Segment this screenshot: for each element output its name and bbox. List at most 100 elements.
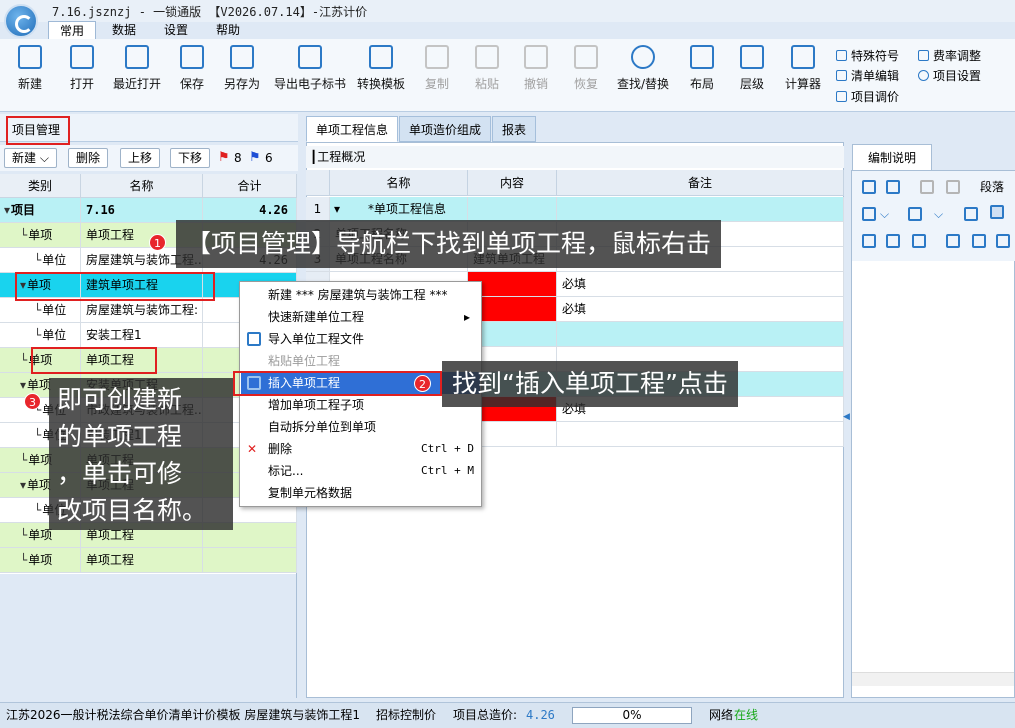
code-icon[interactable] bbox=[946, 234, 960, 248]
info-note[interactable]: 必填 bbox=[557, 297, 844, 321]
menu-tab-home[interactable]: 常用 bbox=[48, 21, 96, 39]
project-management-title[interactable]: 项目管理 bbox=[6, 116, 70, 145]
export-tender-button[interactable]: 导出电子标书 bbox=[274, 45, 346, 92]
copy-icon[interactable] bbox=[886, 234, 900, 248]
new-dropdown-button[interactable]: 新建 ⌵ bbox=[4, 148, 57, 168]
collapse-arrow-icon[interactable]: ◀ bbox=[843, 412, 850, 422]
window-title: 7.16.jsznzj - 一锁通版 【V2026.07.14】-江苏计价 bbox=[52, 5, 368, 19]
tab-cost-composition[interactable]: 单项造价组成 bbox=[399, 116, 491, 142]
convert-template-button[interactable]: 转换模板 bbox=[357, 45, 405, 92]
level-button[interactable]: 层级 bbox=[740, 45, 764, 92]
info-row[interactable]: 1 *单项工程信息 ▾ bbox=[306, 197, 844, 222]
save-as-button[interactable]: 另存为 bbox=[224, 45, 260, 92]
copy-button[interactable]: 复制 bbox=[425, 45, 449, 92]
menu-item-label: 自动拆分单位到单项 bbox=[268, 420, 377, 434]
menu-tab-data[interactable]: 数据 bbox=[100, 21, 148, 39]
column-header-name[interactable]: 名称 bbox=[81, 174, 203, 198]
paragraph-dropdown[interactable]: 段落 bbox=[980, 178, 1004, 195]
save-button[interactable]: 保存 bbox=[180, 45, 204, 92]
menu-item-auto-split[interactable]: 自动拆分单位到单项 bbox=[241, 416, 480, 438]
horizontal-scrollbar[interactable] bbox=[852, 672, 1014, 686]
menu-shortcut: Ctrl + M bbox=[421, 464, 474, 477]
redo-icon[interactable] bbox=[946, 180, 960, 194]
column-header-content[interactable]: 内容 bbox=[468, 170, 557, 196]
menu-item-copy-cell-data[interactable]: 复制单元格数据 bbox=[241, 482, 480, 504]
table-insert-icon[interactable] bbox=[972, 234, 986, 248]
row-name[interactable]: 安装工程1 bbox=[81, 323, 203, 347]
expand-arrow-icon[interactable]: ▾ bbox=[334, 197, 340, 221]
menu-item-import-unit-file[interactable]: 导入单位工程文件 bbox=[241, 328, 480, 350]
red-flag-count: 8 bbox=[234, 151, 242, 165]
redo-button[interactable]: 恢复 bbox=[574, 45, 598, 92]
info-note[interactable] bbox=[557, 422, 844, 446]
image-icon[interactable] bbox=[996, 234, 1010, 248]
menu-item-delete[interactable]: 删除 Ctrl + D ✕ bbox=[241, 438, 480, 460]
tab-compile-notes[interactable]: 编制说明 bbox=[852, 144, 932, 170]
paste-icon[interactable] bbox=[912, 234, 926, 248]
font-color-icon[interactable] bbox=[862, 207, 876, 221]
red-flag-icon[interactable]: ⚑ bbox=[218, 150, 230, 165]
expand-arrow-icon[interactable]: ▾ bbox=[20, 378, 26, 392]
chevron-down-icon[interactable]: ⌵ bbox=[934, 207, 943, 222]
row-category: └单位 bbox=[0, 248, 81, 272]
info-note[interactable] bbox=[557, 322, 844, 346]
cut-icon[interactable] bbox=[862, 234, 876, 248]
menu-tab-help[interactable]: 帮助 bbox=[204, 21, 252, 39]
blue-flag-icon[interactable]: ⚑ bbox=[249, 150, 261, 165]
row-category: └单位 bbox=[0, 323, 81, 347]
highlight-box-new-item bbox=[31, 347, 157, 374]
recent-button[interactable]: 最近打开 bbox=[113, 45, 161, 92]
paste-button[interactable]: 粘贴 bbox=[475, 45, 499, 92]
expand-arrow-icon[interactable]: ▾ bbox=[4, 203, 10, 217]
notes-toolbar: 段落 ⌵ ⌵ bbox=[852, 171, 1015, 261]
row-total bbox=[203, 548, 297, 572]
list-edit-button[interactable]: 清单编辑 bbox=[836, 67, 899, 84]
column-header-total[interactable]: 合计 bbox=[203, 174, 297, 198]
highlight-icon[interactable] bbox=[908, 207, 922, 221]
new-button[interactable]: 新建 bbox=[18, 45, 42, 92]
move-down-button[interactable]: 下移 bbox=[170, 148, 211, 168]
chevron-down-icon[interactable]: ⌵ bbox=[880, 207, 889, 222]
column-header-item-name[interactable]: 名称 bbox=[330, 170, 468, 196]
row-name[interactable]: 房屋建筑与装饰工程: bbox=[81, 298, 203, 322]
rate-icon bbox=[918, 50, 929, 61]
column-header-category[interactable]: 类别 bbox=[0, 174, 81, 198]
search-icon bbox=[631, 45, 656, 69]
project-price-adjust-button[interactable]: 项目调价 bbox=[836, 88, 899, 105]
download-icon[interactable] bbox=[862, 180, 876, 194]
align-left-icon[interactable] bbox=[964, 207, 978, 221]
info-note[interactable] bbox=[557, 197, 844, 221]
menu-item-label: 导入单位工程文件 bbox=[268, 332, 365, 346]
info-content[interactable] bbox=[468, 197, 557, 221]
table-row[interactable]: └单项单项工程 bbox=[0, 548, 297, 573]
menu-item-quick-new-unit[interactable]: 快速新建单位工程 ▸ bbox=[241, 306, 480, 328]
delete-button[interactable]: 删除 bbox=[68, 148, 109, 168]
open-button[interactable]: 打开 bbox=[70, 45, 94, 92]
callout-step-2: 找到“插入单项工程”点击 bbox=[442, 361, 738, 407]
row-category: ▾项目 bbox=[0, 198, 81, 222]
menu-tab-settings[interactable]: 设置 bbox=[152, 21, 200, 39]
calculator-button[interactable]: 计算器 bbox=[785, 45, 821, 92]
align-center-icon[interactable] bbox=[990, 205, 1004, 219]
menu-item-mark[interactable]: 标记... Ctrl + M bbox=[241, 460, 480, 482]
row-name[interactable]: 单项工程 bbox=[81, 548, 203, 572]
column-header-note[interactable]: 备注 bbox=[557, 170, 844, 196]
left-toolbar: 新建 ⌵ 删除 上移 下移 ⚑ 8 ⚑ 6 bbox=[0, 145, 298, 171]
info-note[interactable]: 必填 bbox=[557, 272, 844, 296]
tree-line-icon: └ bbox=[34, 328, 42, 342]
undo-button[interactable]: 撤销 bbox=[524, 45, 548, 92]
find-replace-button[interactable]: 查找/替换 bbox=[617, 45, 669, 92]
rate-adjust-button[interactable]: 费率调整 bbox=[918, 47, 981, 64]
row-name[interactable]: 7.16 bbox=[81, 198, 203, 222]
app-logo-icon[interactable] bbox=[4, 4, 38, 38]
special-symbol-button[interactable]: 特殊符号 bbox=[836, 47, 899, 64]
tab-single-project-info[interactable]: 单项工程信息 bbox=[306, 116, 398, 142]
move-up-button[interactable]: 上移 bbox=[120, 148, 161, 168]
menu-item-new-unit[interactable]: 新建 *** 房屋建筑与装饰工程 *** bbox=[241, 284, 480, 306]
upload-icon[interactable] bbox=[886, 180, 900, 194]
layout-button[interactable]: 布局 bbox=[690, 45, 714, 92]
project-settings-button[interactable]: 项目设置 bbox=[918, 67, 981, 84]
expand-arrow-icon[interactable]: ▾ bbox=[20, 478, 26, 492]
undo-icon[interactable] bbox=[920, 180, 934, 194]
tab-reports[interactable]: 报表 bbox=[492, 116, 536, 142]
